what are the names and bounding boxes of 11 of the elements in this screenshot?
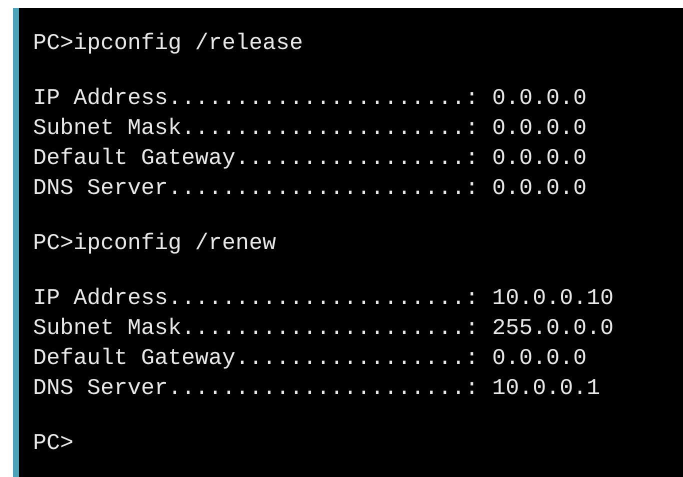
terminal-line: Default Gateway.................: 0.0.0.0: [33, 344, 587, 373]
terminal-line: Default Gateway.................: 0.0.0.0: [33, 144, 587, 173]
terminal-line: PC>: [33, 429, 74, 458]
terminal-line: DNS Server......................: 10.0.0.1: [33, 374, 600, 403]
terminal-line: IP Address......................: 10.0.0.10: [33, 284, 614, 313]
terminal-line: PC>ipconfig /release: [33, 29, 304, 58]
terminal-line: Subnet Mask.....................: 0.0.0.0: [33, 114, 587, 143]
terminal-line: IP Address......................: 0.0.0.0: [33, 84, 587, 113]
terminal-line: DNS Server......................: 0.0.0.0: [33, 174, 587, 203]
terminal-line: Subnet Mask.....................: 255.0.0.0: [33, 314, 614, 343]
terminal-line: PC>ipconfig /renew: [33, 229, 276, 258]
